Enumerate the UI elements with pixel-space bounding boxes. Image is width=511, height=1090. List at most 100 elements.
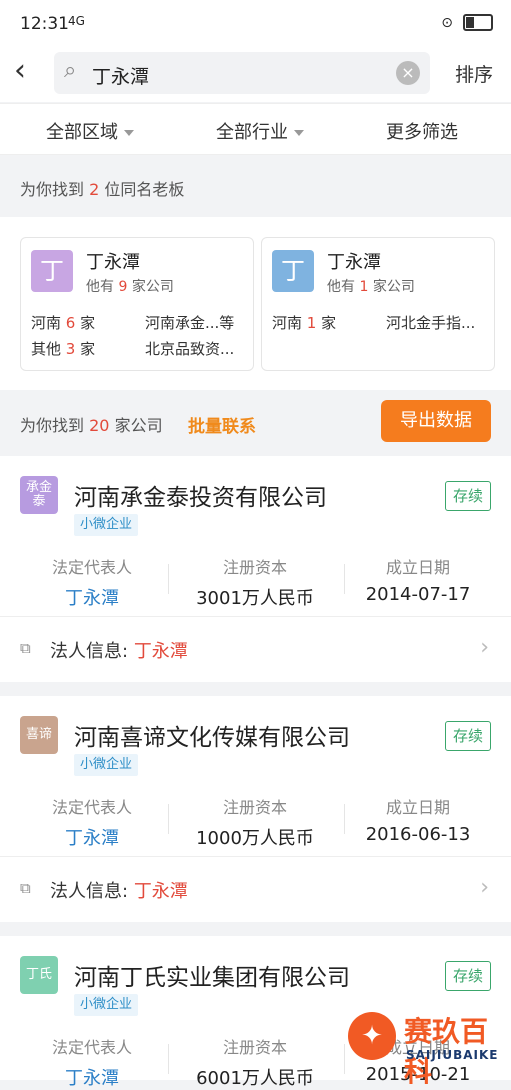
filter-region-label: 全部区域 xyxy=(46,122,118,143)
legal-info-row[interactable]: ⧉ 法人信息: 丁永潭 › xyxy=(0,856,511,921)
region-company: 河北金手指... xyxy=(386,314,476,332)
capital-column: 注册资本 1000万人民币 xyxy=(175,794,335,850)
boss-region-row: 河南 6 家 xyxy=(31,312,95,333)
legal-rep-value[interactable]: 丁永潭 xyxy=(12,584,172,610)
clear-icon[interactable]: × xyxy=(396,61,420,85)
legal-rep-value[interactable]: 丁永潭 xyxy=(12,1064,172,1090)
founded-column: 成立日期 2014-07-17 xyxy=(338,554,498,605)
boss-card[interactable]: 丁 丁永潭 他有 1 家公司 河南 1 家 河北金手指... xyxy=(261,237,495,371)
status-right: ⊙ xyxy=(441,14,493,31)
legal-rep-column: 法定代表人 丁永潭 xyxy=(12,1034,172,1090)
capital-value: 1000万人民币 xyxy=(196,828,314,849)
search-input[interactable]: 丁永潭 xyxy=(92,62,149,89)
status-bar: 12:31 4G ⊙ xyxy=(0,0,511,48)
summary-prefix: 为你找到 xyxy=(20,416,85,435)
company-logo: 喜谛 xyxy=(20,716,58,754)
legal-info-text: 法人信息: 丁永潭 xyxy=(50,637,188,663)
legal-rep-column: 法定代表人 丁永潭 xyxy=(12,794,172,850)
link-icon: ⧉ xyxy=(20,639,31,657)
boss-count: 2 xyxy=(89,180,100,199)
legal-rep-value[interactable]: 丁永潭 xyxy=(12,824,172,850)
founded-value: 2014-07-17 xyxy=(365,584,471,605)
company-result-summary: 为你找到 20 家公司 xyxy=(20,412,163,436)
region-count: 6 xyxy=(65,314,76,332)
boss-company-count: 他有 1 家公司 xyxy=(327,276,415,296)
batch-contact-button[interactable]: 批量联系 xyxy=(188,412,256,437)
company-name[interactable]: 河南喜谛文化传媒有限公司 xyxy=(74,718,350,752)
company-card[interactable]: 喜谛 河南喜谛文化传媒有限公司 存续 小微企业 法定代表人 丁永潭 注册资本 1… xyxy=(0,696,511,922)
filter-region[interactable]: 全部区域 xyxy=(46,118,134,144)
status-badge: 存续 xyxy=(445,481,491,511)
link-icon: ⧉ xyxy=(20,879,31,897)
status-time: 12:31 xyxy=(20,14,69,34)
region-unit: 家 xyxy=(321,314,337,332)
boss-sub-prefix: 他有 xyxy=(86,279,114,295)
boss-sub-suffix: 家公司 xyxy=(372,279,415,295)
search-icon: ⌕ xyxy=(64,58,77,83)
region-count: 3 xyxy=(65,340,76,358)
summary-prefix: 为你找到 xyxy=(20,180,85,199)
column-divider xyxy=(168,804,169,834)
company-card[interactable]: 承金泰 河南承金泰投资有限公司 存续 小微企业 法定代表人 丁永潭 注册资本 3… xyxy=(0,456,511,682)
search-box[interactable]: ⌕ 丁永潭 × xyxy=(54,52,430,94)
legal-info-label: 法人信息: xyxy=(50,641,129,662)
legal-info-text: 法人信息: 丁永潭 xyxy=(50,877,188,903)
signal-indicator: 4G xyxy=(68,14,85,28)
capital-label: 注册资本 xyxy=(222,1038,287,1057)
region-unit: 家 xyxy=(80,340,96,358)
legal-rep-label: 法定代表人 xyxy=(51,1038,132,1057)
column-divider xyxy=(168,1044,169,1074)
founded-column: 成立日期 2016-06-13 xyxy=(338,794,498,845)
boss-name: 丁永潭 xyxy=(327,252,381,273)
filter-industry[interactable]: 全部行业 xyxy=(216,118,304,144)
back-arrow-icon[interactable]: ‹ xyxy=(14,56,26,86)
legal-info-value: 丁永潭 xyxy=(133,881,188,902)
summary-suffix: 家公司 xyxy=(114,416,163,435)
filter-more[interactable]: 更多筛选 xyxy=(386,118,458,144)
legal-info-row[interactable]: ⧉ 法人信息: 丁永潭 › xyxy=(0,616,511,681)
founded-label: 成立日期 xyxy=(385,798,450,817)
region-name: 河南 xyxy=(31,314,62,332)
region-unit: 家 xyxy=(80,314,96,332)
battery-icon xyxy=(463,14,493,31)
sort-button[interactable]: 排序 xyxy=(455,60,493,87)
boss-count-number: 9 xyxy=(118,279,128,295)
company-tag: 小微企业 xyxy=(74,754,139,776)
region-name: 河南 xyxy=(272,314,303,332)
company-count: 20 xyxy=(89,416,110,435)
boss-card[interactable]: 丁 丁永潭 他有 9 家公司 河南 6 家 河南承金...等 其他 3 家 北京… xyxy=(20,237,254,371)
boss-count-number: 1 xyxy=(359,279,369,295)
watermark: ✦ 赛玖百科 SAIJIUBAIKE xyxy=(348,1008,498,1088)
caret-down-icon xyxy=(294,130,304,136)
boss-region-row: 其他 3 家 xyxy=(31,338,95,359)
boss-sub-prefix: 他有 xyxy=(327,279,355,295)
search-header: ‹ ⌕ 丁永潭 × 排序 xyxy=(0,48,511,102)
company-tag: 小微企业 xyxy=(74,994,139,1016)
boss-sub-suffix: 家公司 xyxy=(131,279,174,295)
founded-value: 2016-06-13 xyxy=(365,824,471,845)
capital-column: 注册资本 6001万人民币 xyxy=(175,1034,335,1090)
capital-label: 注册资本 xyxy=(222,558,287,577)
boss-result-summary: 为你找到 2 位同名老板 xyxy=(20,176,184,200)
whale-tail-icon: ✦ xyxy=(348,1012,396,1060)
avatar: 丁 xyxy=(31,250,73,292)
boss-region-row: 河南 1 家 xyxy=(272,312,336,333)
company-name[interactable]: 河南丁氏实业集团有限公司 xyxy=(74,958,350,992)
founded-label: 成立日期 xyxy=(385,558,450,577)
boss-panel: 丁 丁永潭 他有 9 家公司 河南 6 家 河南承金...等 其他 3 家 北京… xyxy=(0,217,511,390)
capital-label: 注册资本 xyxy=(222,798,287,817)
status-badge: 存续 xyxy=(445,721,491,751)
filter-industry-label: 全部行业 xyxy=(216,122,288,143)
avatar: 丁 xyxy=(272,250,314,292)
filter-bar: 全部区域 全部行业 更多筛选 xyxy=(0,103,511,155)
legal-info-label: 法人信息: xyxy=(50,881,129,902)
legal-rep-label: 法定代表人 xyxy=(51,558,132,577)
legal-info-value: 丁永潭 xyxy=(133,641,188,662)
boss-name: 丁永潭 xyxy=(86,252,140,273)
capital-value: 3001万人民币 xyxy=(196,588,314,609)
column-divider xyxy=(168,564,169,594)
export-data-button[interactable]: 导出数据 xyxy=(381,400,491,442)
company-name[interactable]: 河南承金泰投资有限公司 xyxy=(74,478,327,512)
capital-value: 6001万人民币 xyxy=(196,1068,314,1089)
company-result-bar: 为你找到 20 家公司 批量联系 导出数据 xyxy=(0,390,511,454)
